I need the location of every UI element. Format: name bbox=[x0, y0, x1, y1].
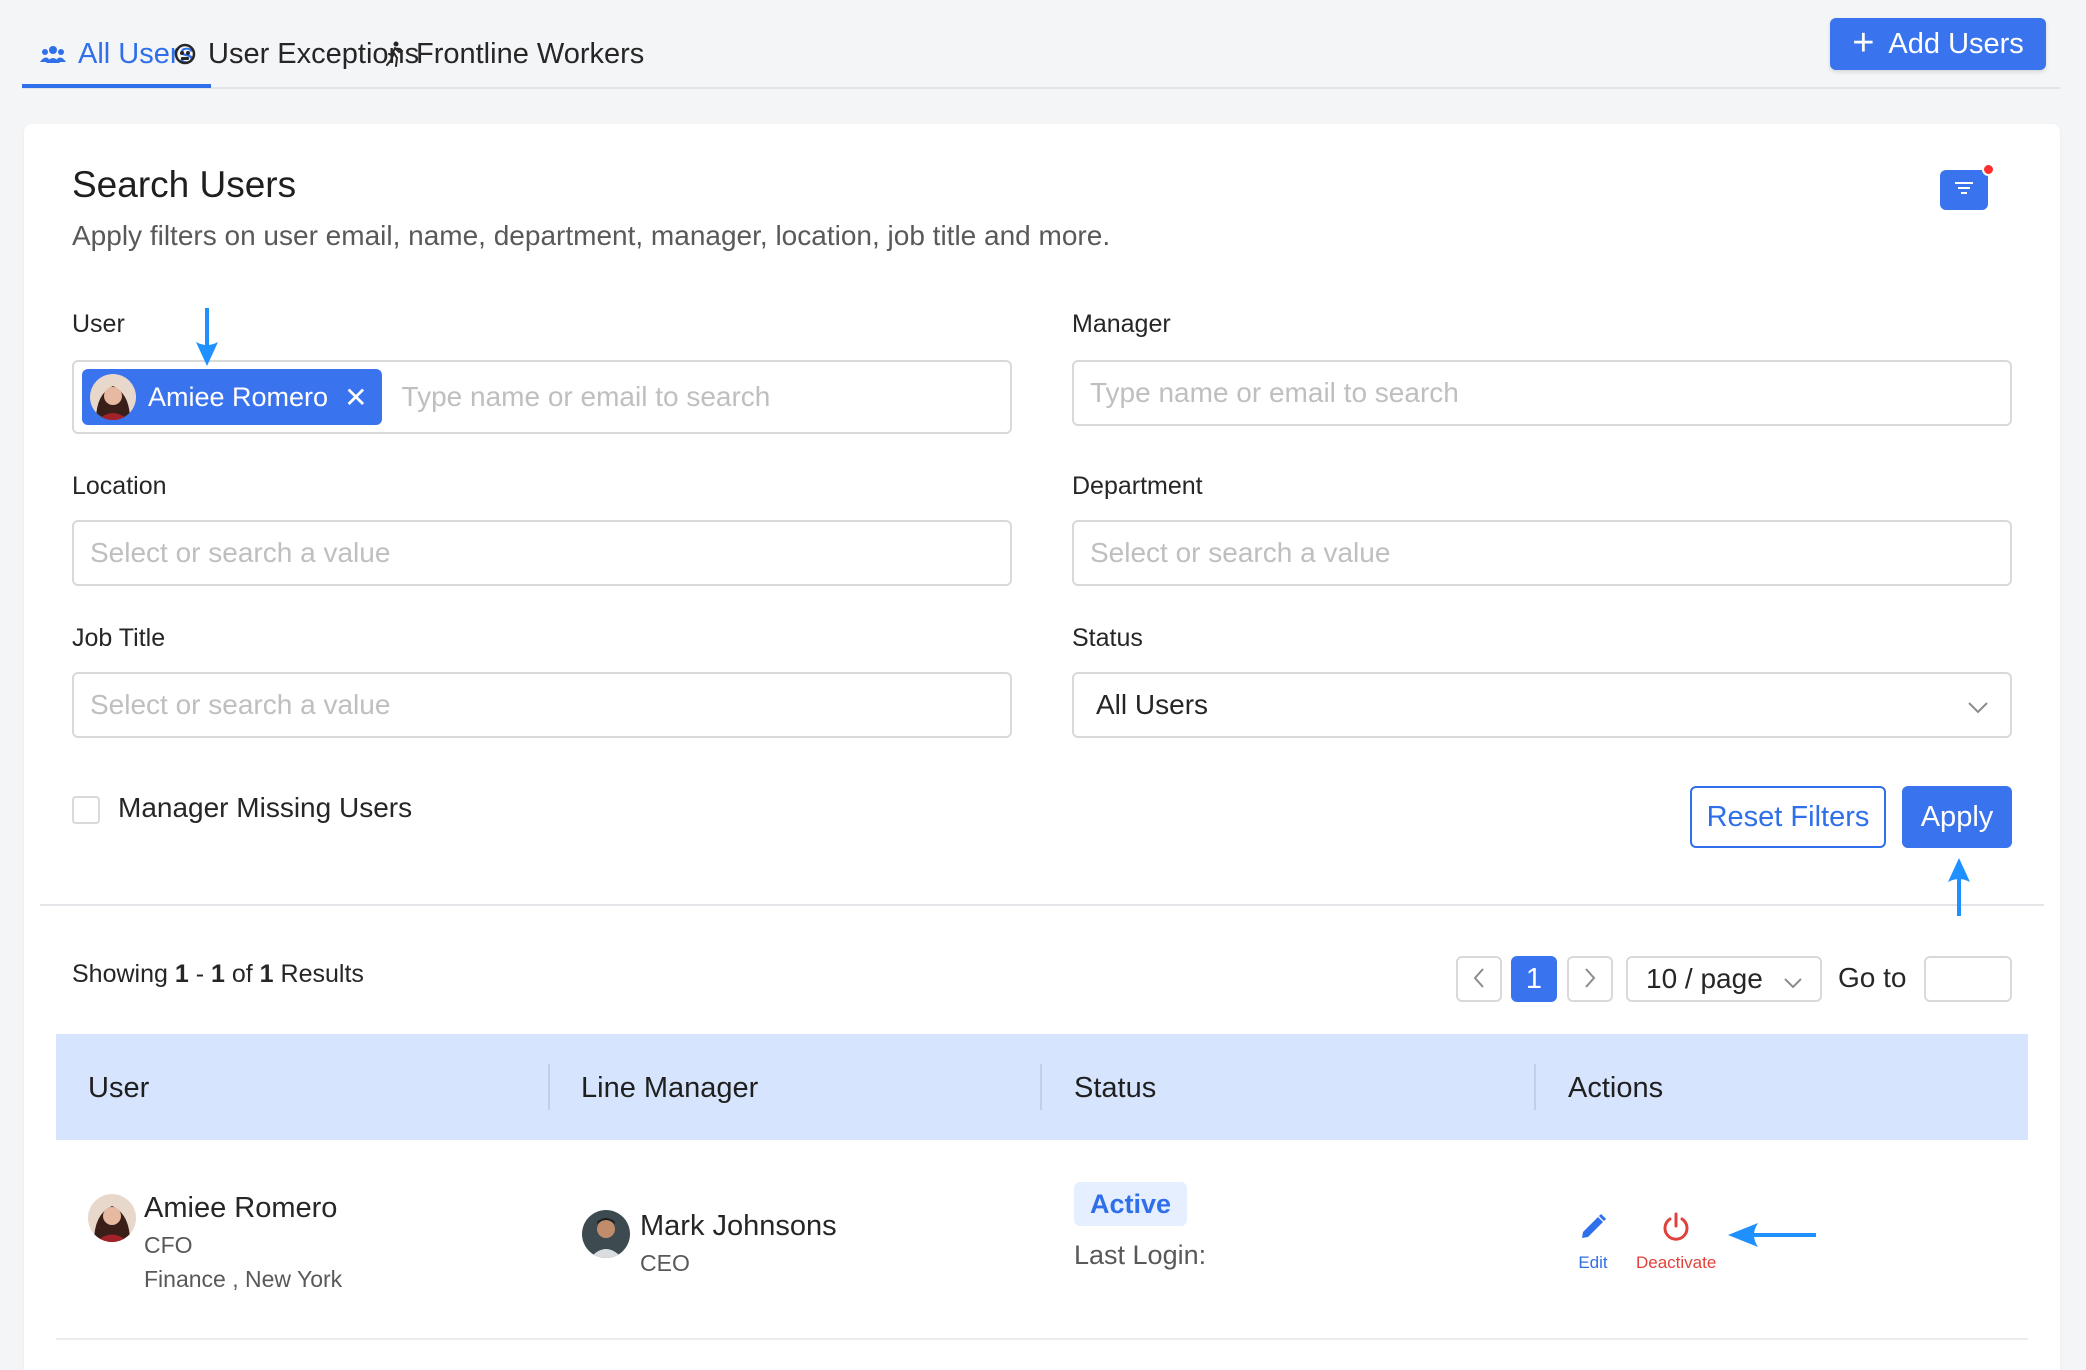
close-icon[interactable]: ✕ bbox=[344, 381, 367, 414]
location-label: Location bbox=[72, 472, 167, 500]
job-title-label: Job Title bbox=[72, 624, 166, 652]
results-total: 1 bbox=[259, 960, 274, 988]
chip-label: Amiee Romero bbox=[148, 381, 329, 412]
user-name[interactable]: Amiee Romero bbox=[144, 1192, 337, 1225]
results-summary: Showing 1 - 1 of 1 Results bbox=[72, 960, 364, 989]
page-size-select[interactable]: 10 / page bbox=[1626, 956, 1822, 1002]
edit-button[interactable]: Edit bbox=[1578, 1212, 1608, 1273]
location-field[interactable] bbox=[72, 520, 1012, 586]
goto-label: Go to bbox=[1838, 962, 1907, 993]
filter-icon bbox=[1955, 181, 1973, 200]
page-title: Search Users bbox=[72, 164, 297, 205]
reset-filters-button[interactable]: Reset Filters bbox=[1690, 786, 1886, 848]
selected-user-chip: Amiee Romero ✕ bbox=[82, 369, 382, 425]
chevron-down-icon bbox=[1968, 689, 1988, 721]
chevron-left-icon bbox=[1473, 964, 1485, 995]
column-separator bbox=[1040, 1064, 1042, 1110]
page-1-button[interactable]: 1 bbox=[1511, 956, 1557, 1002]
plus-icon: + bbox=[1852, 21, 1875, 64]
manager-search-input[interactable] bbox=[1090, 377, 2010, 409]
avatar bbox=[90, 374, 136, 420]
job-title-search-input[interactable] bbox=[90, 689, 1010, 721]
status-select-value: All Users bbox=[1096, 689, 1209, 720]
tabs-bar: All Users User Exceptions Frontline Work… bbox=[22, 0, 2060, 89]
chevron-down-icon bbox=[1784, 964, 1802, 995]
user-title: CFO bbox=[144, 1232, 193, 1258]
status-label: Status bbox=[1072, 624, 1143, 652]
manager-missing-label[interactable]: Manager Missing Users bbox=[118, 792, 412, 824]
manager-missing-checkbox[interactable] bbox=[72, 796, 100, 824]
annotation-arrow-left bbox=[1726, 1218, 1818, 1257]
add-users-button[interactable]: + Add Users bbox=[1830, 18, 2046, 70]
of-text: of bbox=[231, 960, 253, 988]
tab-label: Frontline Workers bbox=[416, 37, 645, 70]
row-divider bbox=[56, 1338, 2028, 1340]
apply-button[interactable]: Apply bbox=[1902, 786, 2012, 848]
pencil-icon bbox=[1578, 1212, 1608, 1247]
section-divider bbox=[40, 904, 2044, 906]
department-label: Department bbox=[1072, 472, 1203, 500]
edit-label: Edit bbox=[1578, 1253, 1608, 1272]
results-text: Results bbox=[280, 960, 364, 988]
department-field[interactable] bbox=[1072, 520, 2012, 586]
page-size-value: 10 / page bbox=[1646, 963, 1763, 994]
tab-all-users[interactable]: All Users bbox=[40, 34, 194, 74]
annotation-arrow-down bbox=[194, 306, 220, 373]
last-login: Last Login: bbox=[1074, 1240, 1207, 1270]
deactivate-button[interactable]: Deactivate bbox=[1636, 1212, 1716, 1273]
annotation-arrow-up bbox=[1946, 856, 1972, 923]
header-user: User bbox=[88, 1072, 150, 1104]
filter-active-dot bbox=[1982, 163, 1995, 176]
header-actions: Actions bbox=[1568, 1072, 1664, 1104]
column-separator bbox=[1534, 1064, 1536, 1110]
avatar bbox=[582, 1210, 630, 1258]
add-users-label: Add Users bbox=[1888, 27, 2024, 60]
user-dept-location: Finance , New York bbox=[144, 1266, 343, 1292]
tab-frontline-workers[interactable]: Frontline Workers bbox=[386, 34, 644, 74]
exception-icon bbox=[174, 43, 196, 65]
status-select[interactable]: All Users bbox=[1072, 672, 2012, 738]
manager-title: CEO bbox=[640, 1250, 690, 1276]
table-header: User Line Manager Status Actions bbox=[56, 1034, 2028, 1140]
goto-input[interactable] bbox=[1934, 963, 2002, 995]
range-start: 1 bbox=[174, 960, 189, 988]
status-badge: Active bbox=[1074, 1182, 1188, 1226]
location-search-input[interactable] bbox=[90, 537, 1010, 569]
tab-user-exceptions[interactable]: User Exceptions bbox=[174, 34, 419, 74]
header-status: Status bbox=[1074, 1072, 1157, 1104]
header-line-manager: Line Manager bbox=[581, 1072, 759, 1104]
users-icon bbox=[40, 45, 66, 63]
filter-toggle-button[interactable] bbox=[1940, 170, 1988, 210]
manager-name[interactable]: Mark Johnsons bbox=[640, 1210, 837, 1243]
manager-label: Manager bbox=[1072, 310, 1171, 338]
avatar bbox=[88, 1194, 136, 1242]
walker-icon bbox=[386, 41, 404, 67]
goto-page-input[interactable] bbox=[1924, 956, 2012, 1002]
chevron-right-icon bbox=[1584, 964, 1596, 995]
search-card bbox=[24, 124, 2060, 1370]
page-subtitle: Apply filters on user email, name, depar… bbox=[72, 220, 1111, 251]
power-icon bbox=[1661, 1212, 1691, 1247]
user-label: User bbox=[72, 310, 125, 338]
column-separator bbox=[548, 1064, 550, 1110]
range-separator: - bbox=[195, 960, 205, 988]
active-tab-indicator bbox=[22, 84, 211, 88]
job-title-field[interactable] bbox=[72, 672, 1012, 738]
department-search-input[interactable] bbox=[1090, 537, 2010, 569]
next-page-button[interactable] bbox=[1567, 956, 1613, 1002]
showing-prefix: Showing bbox=[72, 960, 168, 988]
user-search-input[interactable] bbox=[401, 381, 1010, 413]
prev-page-button[interactable] bbox=[1456, 956, 1502, 1002]
range-end: 1 bbox=[211, 960, 225, 988]
deactivate-label: Deactivate bbox=[1636, 1253, 1717, 1272]
manager-field[interactable] bbox=[1072, 360, 2012, 426]
